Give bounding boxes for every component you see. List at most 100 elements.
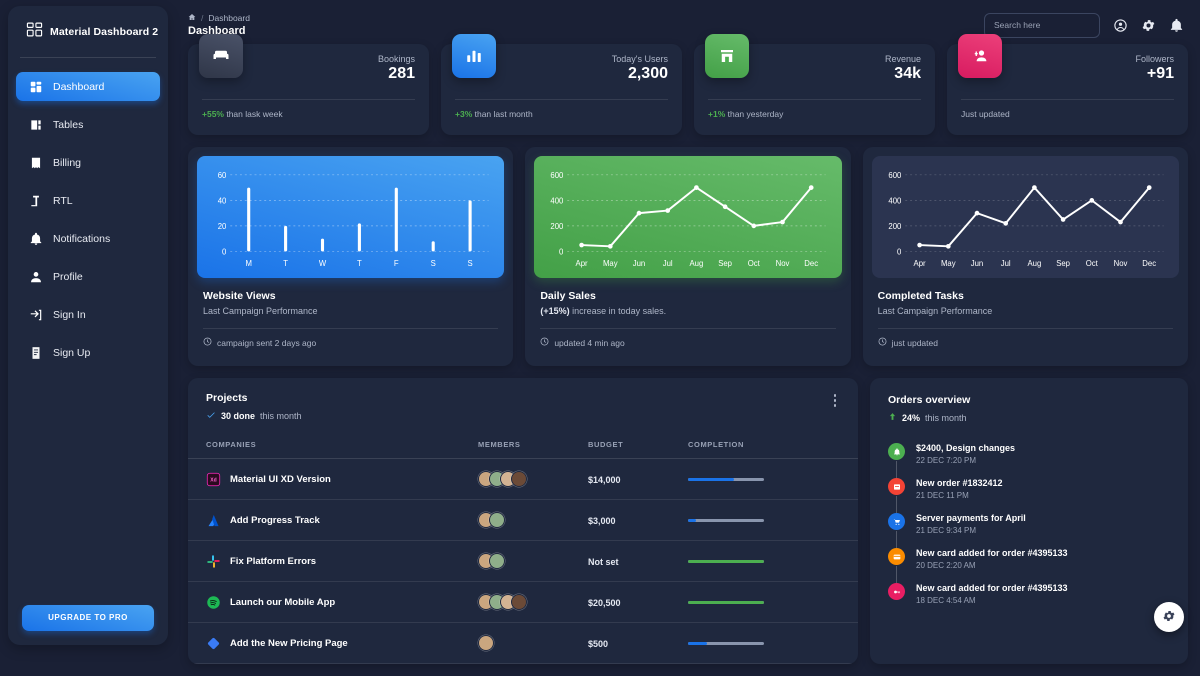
website-views-plot: 0204060MTWTFSS	[197, 156, 504, 278]
completed-tasks-plot: 0200400600AprMayJunJulAugSepOctNovDec	[872, 156, 1179, 278]
sidebar-item-sign-in[interactable]: Sign In	[16, 300, 160, 329]
cell-company: Fix Platform Errors	[188, 541, 478, 582]
sidebar-item-billing[interactable]: Billing	[16, 148, 160, 177]
key-icon	[888, 583, 905, 600]
budget-value: $20,500	[588, 598, 621, 608]
column-header-budget: BUDGET	[588, 440, 688, 459]
line-chart-svg: 0200400600AprMayJunJulAugSepOctNovDec	[880, 165, 1171, 275]
budget-value: Not set	[588, 557, 619, 567]
avatar[interactable]	[489, 553, 505, 569]
slack-icon	[206, 554, 221, 569]
svg-text:600: 600	[888, 171, 902, 180]
projects-card: Projects 30 done this month COMPANIES ME…	[188, 378, 858, 664]
svg-text:Jun: Jun	[633, 259, 646, 268]
upgrade-to-pro-button[interactable]: UPGRADE TO PRO	[22, 605, 154, 631]
credit-card-icon	[888, 548, 905, 565]
timeline-item[interactable]: Server payments for April21 DEC 9:34 PM	[888, 513, 1170, 548]
timeline-item[interactable]: New card added for order #439513318 DEC …	[888, 583, 1170, 605]
sidebar-item-tables[interactable]: Tables	[16, 110, 160, 139]
chart-subtitle: Last Campaign Performance	[878, 306, 1173, 316]
more-vertical-icon[interactable]	[830, 392, 841, 411]
svg-text:60: 60	[218, 171, 227, 180]
stat-delta-text: than lask week	[224, 109, 283, 119]
bell-icon[interactable]	[1169, 18, 1184, 33]
brand-name: Material Dashboard 2	[50, 26, 158, 38]
svg-text:Oct: Oct	[1085, 259, 1098, 268]
progress-bar-fill	[688, 560, 764, 563]
sidebar-item-label: Profile	[53, 271, 83, 283]
account-icon[interactable]	[1113, 18, 1128, 33]
chart-card-website-views: 0204060MTWTFSS Website Views Last Campai…	[188, 147, 513, 366]
progress-bar	[688, 478, 764, 481]
timeline-timestamp: 22 DEC 7:20 PM	[916, 456, 1015, 465]
table-icon	[28, 117, 43, 132]
table-row[interactable]: Add the New Pricing Page$500	[188, 623, 858, 664]
cell-company: Launch our Mobile App	[188, 582, 478, 623]
cell-members	[478, 582, 588, 623]
topbar: / Dashboard Dashboard	[176, 0, 1200, 50]
timeline-title: New order #1832412	[916, 478, 1003, 488]
check-icon	[206, 410, 216, 422]
chart-title: Daily Sales	[540, 290, 835, 302]
progress-bar-fill	[688, 642, 707, 645]
stat-card-revenue: Revenue 34k +1% than yesterday	[694, 44, 935, 135]
bottom-row: Projects 30 done this month COMPANIES ME…	[176, 378, 1200, 676]
clock-icon	[878, 337, 887, 348]
avatar[interactable]	[511, 594, 527, 610]
home-icon[interactable]	[188, 13, 196, 23]
sidebar-item-label: Notifications	[53, 233, 110, 245]
chart-subtitle: Last Campaign Performance	[203, 306, 498, 316]
brand[interactable]: Material Dashboard 2	[8, 6, 168, 57]
table-row[interactable]: Launch our Mobile App $20,500	[188, 582, 858, 623]
cell-members	[478, 623, 588, 664]
chart-footer: just updated	[878, 329, 1173, 348]
sidebar-nav: Dashboard Tables Billing RTL Notificatio…	[8, 58, 168, 367]
svg-text:Sep: Sep	[1056, 259, 1070, 268]
projects-table-body: XdMaterial UI XD Version$14,000Add Progr…	[188, 459, 858, 664]
sidebar-item-profile[interactable]: Profile	[16, 262, 160, 291]
timeline-item[interactable]: New order #183241221 DEC 11 PM	[888, 478, 1170, 513]
sidebar-item-dashboard[interactable]: Dashboard	[16, 72, 160, 101]
column-header-members: MEMBERS	[478, 440, 588, 459]
gear-icon[interactable]	[1141, 18, 1156, 33]
chart-subtitle-strong: (+15%)	[540, 306, 569, 316]
table-row[interactable]: Fix Platform Errors Not set	[188, 541, 858, 582]
timeline-item[interactable]: $2400, Design changes22 DEC 7:20 PM	[888, 443, 1170, 478]
avatar[interactable]	[489, 512, 505, 528]
settings-fab-button[interactable]	[1154, 602, 1184, 632]
orders-delta-suffix: this month	[925, 413, 967, 423]
svg-text:May: May	[941, 259, 956, 268]
search-input[interactable]	[984, 13, 1100, 38]
sidebar-item-rtl[interactable]: RTL	[16, 186, 160, 215]
cell-budget: $20,500	[588, 582, 688, 623]
breadcrumb-current[interactable]: Dashboard	[208, 13, 250, 23]
bar-chart-icon	[452, 34, 496, 78]
daily-sales-plot: 0200400600AprMayJunJulAugSepOctNovDec	[534, 156, 841, 278]
svg-text:400: 400	[551, 196, 565, 205]
timeline-item[interactable]: New card added for order #439513320 DEC …	[888, 548, 1170, 583]
member-avatars	[478, 635, 588, 651]
adobe-xd-icon: Xd	[206, 472, 221, 487]
avatar[interactable]	[511, 471, 527, 487]
orders-overview-card: Orders overview 24% this month $2400, De…	[870, 378, 1188, 664]
sidebar-item-label: Billing	[53, 157, 81, 169]
sidebar-item-notifications[interactable]: Notifications	[16, 224, 160, 253]
atlassian-icon	[206, 513, 221, 528]
cell-company: Add the New Pricing Page	[188, 623, 478, 664]
cell-company: Add Progress Track	[188, 500, 478, 541]
sidebar-item-sign-up[interactable]: Sign Up	[16, 338, 160, 367]
svg-text:Jul: Jul	[1000, 259, 1010, 268]
table-row[interactable]: XdMaterial UI XD Version$14,000	[188, 459, 858, 500]
receipt-icon	[28, 155, 43, 170]
stat-footer: +55% than lask week	[202, 100, 415, 119]
chart-title: Website Views	[203, 290, 498, 302]
cell-members	[478, 500, 588, 541]
chart-card-daily-sales: 0200400600AprMayJunJulAugSepOctNovDec Da…	[525, 147, 850, 366]
svg-text:T: T	[357, 259, 362, 268]
project-name: Add Progress Track	[230, 515, 320, 526]
table-row[interactable]: Add Progress Track$3,000	[188, 500, 858, 541]
avatar[interactable]	[478, 635, 494, 651]
gear-icon	[1162, 609, 1176, 626]
stat-delta: +1%	[708, 109, 725, 119]
progress-bar-fill	[688, 601, 764, 604]
